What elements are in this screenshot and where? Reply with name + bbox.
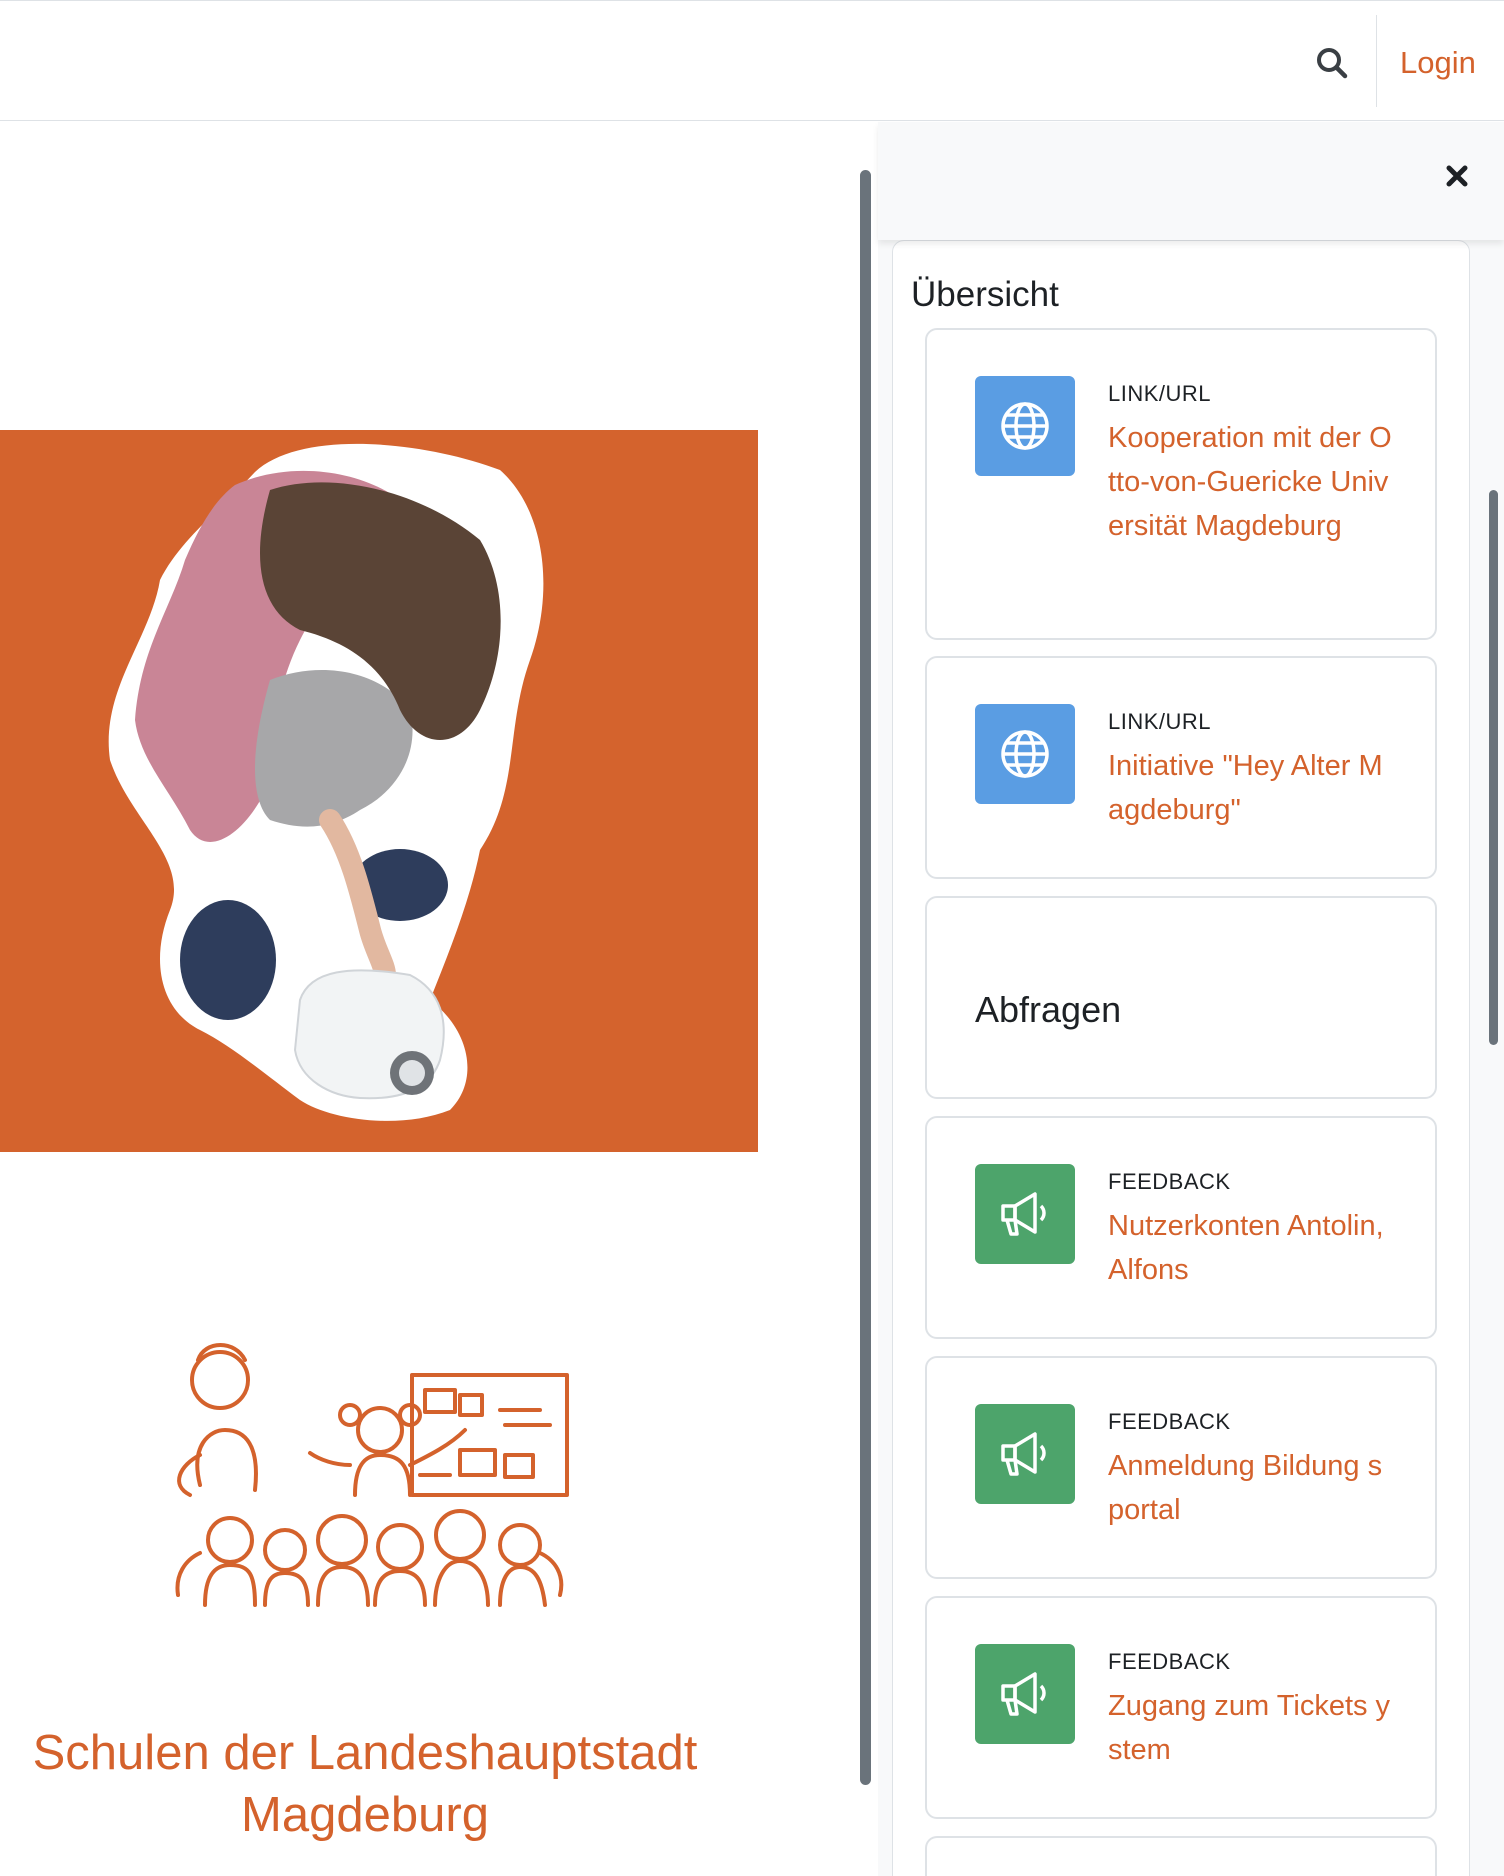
megaphone-icon: [1001, 1432, 1046, 1476]
activity-icon-box: [975, 1644, 1075, 1744]
globe-icon: [1001, 730, 1049, 778]
school-title-line1: Schulen der Landeshauptstadt: [32, 1726, 698, 1780]
activity-icon-box: [975, 1404, 1075, 1504]
school-title: Schulen der Landeshauptstadt Magdeburg: [0, 1722, 730, 1846]
activity-next-partial[interactable]: [925, 1836, 1437, 1876]
hero-image: [0, 430, 758, 1152]
drawer-header: [878, 122, 1504, 240]
activity-name[interactable]: Nutzerkonten Antolin, Alfons: [1108, 1204, 1398, 1292]
globe-icon: [1001, 402, 1049, 450]
activity-type: FEEDBACK: [1108, 1649, 1231, 1674]
activity-icon-box: [975, 1164, 1075, 1264]
activity-link-hey-alter[interactable]: LINK/URL Initiative "Hey Alter Magdeburg…: [925, 656, 1437, 879]
activity-name[interactable]: Kooperation mit der Otto-von-Guericke Un…: [1108, 416, 1398, 548]
section-label[interactable]: Abfragen: [975, 988, 1121, 1032]
activity-name[interactable]: Zugang zum Tickets ystem: [1108, 1684, 1398, 1772]
activity-link-kooperation[interactable]: LINK/URL Kooperation mit der Otto-von-Gu…: [925, 328, 1437, 640]
megaphone-icon: [1001, 1192, 1046, 1236]
school-title-line2: Magdeburg: [241, 1788, 489, 1842]
activity-feedback-anmeldung[interactable]: FEEDBACK Anmeldung Bildung sportal: [925, 1356, 1437, 1579]
drawer-heading: Übersicht: [911, 275, 1059, 314]
close-drawer-button[interactable]: [1439, 158, 1475, 194]
activity-name[interactable]: Initiative "Hey Alter Magdeburg": [1108, 744, 1398, 832]
activity-type: LINK/URL: [1108, 709, 1212, 734]
search-icon: [1317, 48, 1348, 79]
main-scrollbar[interactable]: [860, 170, 871, 1785]
girl-with-robot-illustration: [108, 443, 544, 1121]
megaphone-icon: [1001, 1672, 1046, 1716]
login-link[interactable]: Login: [1400, 41, 1476, 85]
activity-type: FEEDBACK: [1108, 1409, 1231, 1434]
close-icon: [1446, 165, 1468, 187]
activity-type: LINK/URL: [1108, 381, 1212, 406]
navbar-divider: [1376, 15, 1377, 107]
activity-name[interactable]: Anmeldung Bildung sportal: [1108, 1444, 1398, 1532]
activity-feedback-nutzerkonten[interactable]: FEEDBACK Nutzerkonten Antolin, Alfons: [925, 1116, 1437, 1339]
classroom-drawing: [175, 1343, 569, 1607]
activity-type: FEEDBACK: [1108, 1169, 1231, 1194]
section-abfragen[interactable]: Abfragen: [925, 896, 1437, 1099]
top-navbar: Login: [0, 0, 1504, 121]
activity-icon-box: [975, 376, 1075, 476]
drawer-scrollbar[interactable]: [1489, 490, 1498, 1045]
search-button[interactable]: [1310, 41, 1354, 85]
activity-icon-box: [975, 704, 1075, 804]
activity-feedback-ticketsystem[interactable]: FEEDBACK Zugang zum Tickets ystem: [925, 1596, 1437, 1819]
